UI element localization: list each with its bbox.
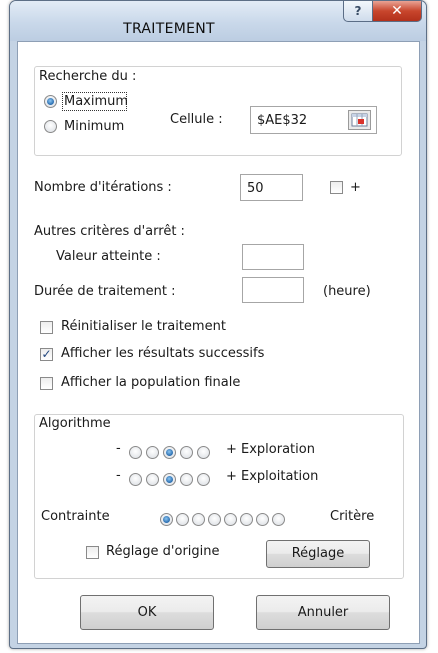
close-button[interactable]: ✕ [372, 1, 422, 22]
constraint-level-3[interactable] [192, 513, 205, 526]
iterations-label: Nombre d'itérations : [34, 180, 172, 195]
exploration-level-1[interactable] [129, 446, 142, 459]
minimum-radio[interactable] [44, 120, 57, 133]
duration-input[interactable] [242, 277, 304, 303]
target-value-label: Valeur atteinte : [56, 249, 161, 264]
cell-label: Cellule : [170, 112, 223, 127]
exploitation-label: + Exploitation [226, 469, 319, 484]
algorithm-legend: Algorithme [38, 416, 112, 431]
duration-label: Durée de traitement : [34, 284, 176, 299]
help-icon: ? [354, 4, 362, 18]
exploitation-level-3[interactable] [163, 473, 176, 486]
constraint-level-6[interactable] [240, 513, 253, 526]
constraint-label: Contrainte [41, 509, 110, 524]
iterations-input[interactable]: 50 [240, 174, 303, 201]
exploitation-level-5[interactable] [197, 473, 210, 486]
reset-checkbox[interactable] [40, 321, 53, 334]
exploration-level-5[interactable] [197, 446, 210, 459]
exploration-label: + Exploration [226, 442, 315, 457]
constraint-level-2[interactable] [176, 513, 189, 526]
constraint-level-7[interactable] [256, 513, 269, 526]
criterion-label: Critère [330, 509, 375, 524]
dialog-body: Recherche du : Maximum Minimum Cellule :… [17, 41, 420, 644]
maximum-label[interactable]: Maximum [64, 94, 128, 110]
dialog-window: TRAITEMENT ? ✕ Recherche du : Maximum Mi… [9, 0, 427, 649]
target-value-input[interactable] [242, 244, 304, 270]
constraint-level-5[interactable] [224, 513, 237, 526]
show-results-checkbox[interactable]: ✓ [40, 348, 53, 361]
show-population-label[interactable]: Afficher la population finale [61, 375, 240, 391]
constraint-level-1[interactable] [160, 513, 173, 526]
ok-button[interactable]: OK [80, 595, 214, 630]
dialog-title: TRAITEMENT [123, 21, 215, 37]
exploitation-level-4[interactable] [180, 473, 193, 486]
plus-checkbox[interactable] [330, 181, 343, 194]
exploration-level-4[interactable] [180, 446, 193, 459]
exploration-level-3[interactable] [163, 446, 176, 459]
duration-unit: (heure) [323, 284, 371, 299]
range-select-icon [351, 113, 368, 127]
search-legend: Recherche du : [38, 69, 138, 84]
exploration-minus: - [116, 441, 121, 456]
exploitation-level-1[interactable] [129, 473, 142, 486]
close-icon: ✕ [391, 3, 403, 19]
settings-button[interactable]: Réglage [266, 540, 370, 568]
cell-ref-button[interactable] [348, 110, 371, 130]
stop-criteria-heading: Autres critères d'arrêt : [34, 224, 185, 239]
title-bar[interactable]: TRAITEMENT ? ✕ [10, 1, 426, 41]
plus-label: + [350, 180, 361, 195]
exploitation-level-2[interactable] [146, 473, 159, 486]
show-population-checkbox[interactable] [40, 377, 53, 390]
exploration-level-2[interactable] [146, 446, 159, 459]
checkmark-icon: ✓ [41, 347, 52, 361]
help-button[interactable]: ? [343, 1, 373, 22]
constraint-level-4[interactable] [208, 513, 221, 526]
constraint-level-8[interactable] [272, 513, 285, 526]
default-settings-label[interactable]: Réglage d'origine [106, 544, 220, 560]
cancel-button[interactable]: Annuler [256, 595, 390, 630]
reset-label[interactable]: Réinitialiser le traitement [61, 319, 226, 335]
show-results-label[interactable]: Afficher les résultats successifs [61, 346, 264, 362]
default-settings-checkbox[interactable] [86, 546, 99, 559]
minimum-label[interactable]: Minimum [64, 119, 124, 135]
maximum-radio[interactable] [44, 95, 57, 108]
exploitation-minus: - [116, 468, 121, 483]
